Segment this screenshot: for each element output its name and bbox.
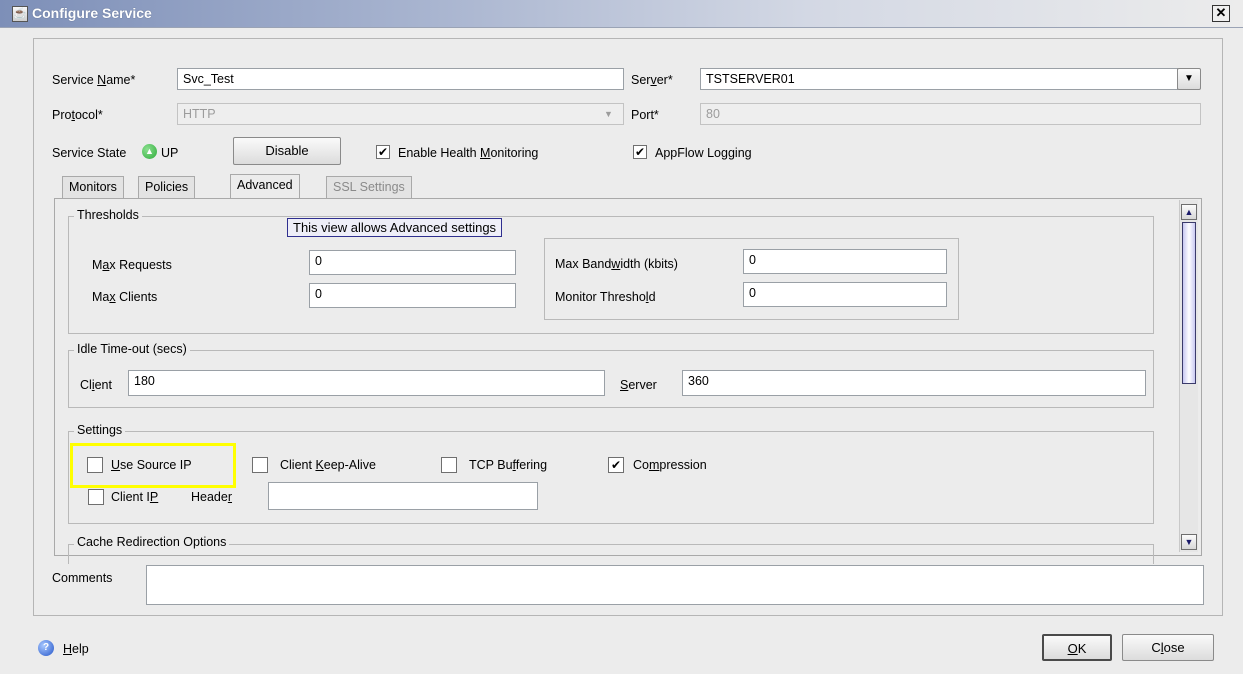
tab-policies[interactable]: Policies <box>138 176 196 198</box>
tab-monitors[interactable]: Monitors <box>62 176 124 198</box>
chevron-down-icon: ▼ <box>1184 73 1194 84</box>
arrow-down-icon: ▼ <box>1184 537 1194 547</box>
close-button[interactable]: Close <box>1122 634 1214 661</box>
client-keep-alive-label: Client Keep-Alive <box>280 458 376 472</box>
use-source-ip-label: Use Source IP <box>111 458 192 472</box>
tcp-buffering-label: TCP Buffering <box>469 458 548 472</box>
java-app-icon: ☕ <box>12 6 28 22</box>
service-state-label: Service State <box>52 146 127 160</box>
service-name-input[interactable]: Svc_Test <box>177 68 624 90</box>
enable-health-monitoring-checkbox[interactable]: ✔ <box>376 145 390 159</box>
port-label: Port* <box>631 108 659 122</box>
settings-legend: Settings <box>74 423 126 437</box>
server-timeout-label: Server <box>620 378 657 392</box>
cache-redirection-legend: Cache Redirection Options <box>74 535 230 549</box>
client-timeout-input[interactable]: 180 <box>128 370 605 396</box>
compression-checkbox[interactable]: ✔ <box>608 457 624 473</box>
tab-advanced[interactable]: Advanced <box>230 174 300 198</box>
client-timeout-label: Client <box>80 378 112 392</box>
idle-timeout-legend: Idle Time-out (secs) <box>74 342 190 356</box>
comments-input[interactable] <box>146 565 1204 605</box>
comments-label: Comments <box>52 571 113 585</box>
protocol-dropdown-icon: ▼ <box>604 109 613 119</box>
protocol-label: Protocol* <box>52 108 103 122</box>
title-bar[interactable] <box>0 0 1243 28</box>
max-bandwidth-label: Max Bandwidth (kbits) <box>555 257 678 271</box>
disable-button[interactable]: Disable <box>233 137 341 165</box>
enable-health-monitoring-label: Enable Health Monitoring <box>398 146 539 160</box>
server-timeout-input[interactable]: 360 <box>682 370 1146 396</box>
help-icon[interactable]: ? <box>38 640 54 656</box>
max-clients-input[interactable]: 0 <box>309 283 516 308</box>
protocol-select: HTTP <box>177 103 624 125</box>
ok-button[interactable]: OK <box>1042 634 1112 661</box>
appflow-logging-label: AppFlow Logging <box>655 146 752 160</box>
max-requests-input[interactable]: 0 <box>309 250 516 275</box>
client-ip-label: Client IP <box>111 490 159 504</box>
server-label: Server* <box>631 73 673 87</box>
thresholds-legend: Thresholds <box>74 208 142 222</box>
max-requests-label: Max Requests <box>92 258 172 272</box>
close-icon: ✕ <box>1215 5 1227 20</box>
arrow-up-icon: ▲ <box>1184 207 1194 217</box>
client-keep-alive-checkbox[interactable] <box>252 457 268 473</box>
advanced-tooltip: This view allows Advanced settings <box>287 218 503 237</box>
tcp-buffering-checkbox[interactable] <box>441 457 457 473</box>
state-up-icon: ▲ <box>142 144 157 159</box>
tab-ssl-settings[interactable]: SSL Settings <box>326 176 412 198</box>
scroll-down-button[interactable]: ▼ <box>1181 534 1197 550</box>
help-link[interactable]: Help <box>63 642 89 656</box>
service-name-label: Service Name* <box>52 73 136 87</box>
use-source-ip-checkbox[interactable] <box>87 457 103 473</box>
max-clients-label: Max Clients <box>92 290 158 304</box>
service-state-value: UP <box>161 146 179 160</box>
scroll-up-button[interactable]: ▲ <box>1181 204 1197 220</box>
compression-label: Compression <box>633 458 707 472</box>
monitor-threshold-label: Monitor Threshold <box>555 290 656 304</box>
window-title: Configure Service <box>32 5 152 21</box>
scrollbar-thumb[interactable] <box>1182 222 1196 384</box>
close-window-button[interactable]: ✕ <box>1212 5 1230 22</box>
appflow-logging-checkbox[interactable]: ✔ <box>633 145 647 159</box>
cache-redirection-group <box>68 544 1154 564</box>
monitor-threshold-input[interactable]: 0 <box>743 282 947 307</box>
port-input: 80 <box>700 103 1201 125</box>
max-bandwidth-input[interactable]: 0 <box>743 249 947 274</box>
server-select[interactable]: TSTSERVER01 <box>700 68 1178 90</box>
server-dropdown-button[interactable]: ▼ <box>1177 68 1201 90</box>
client-ip-checkbox[interactable] <box>88 489 104 505</box>
header-label: Header <box>191 490 233 504</box>
header-input[interactable] <box>268 482 538 510</box>
